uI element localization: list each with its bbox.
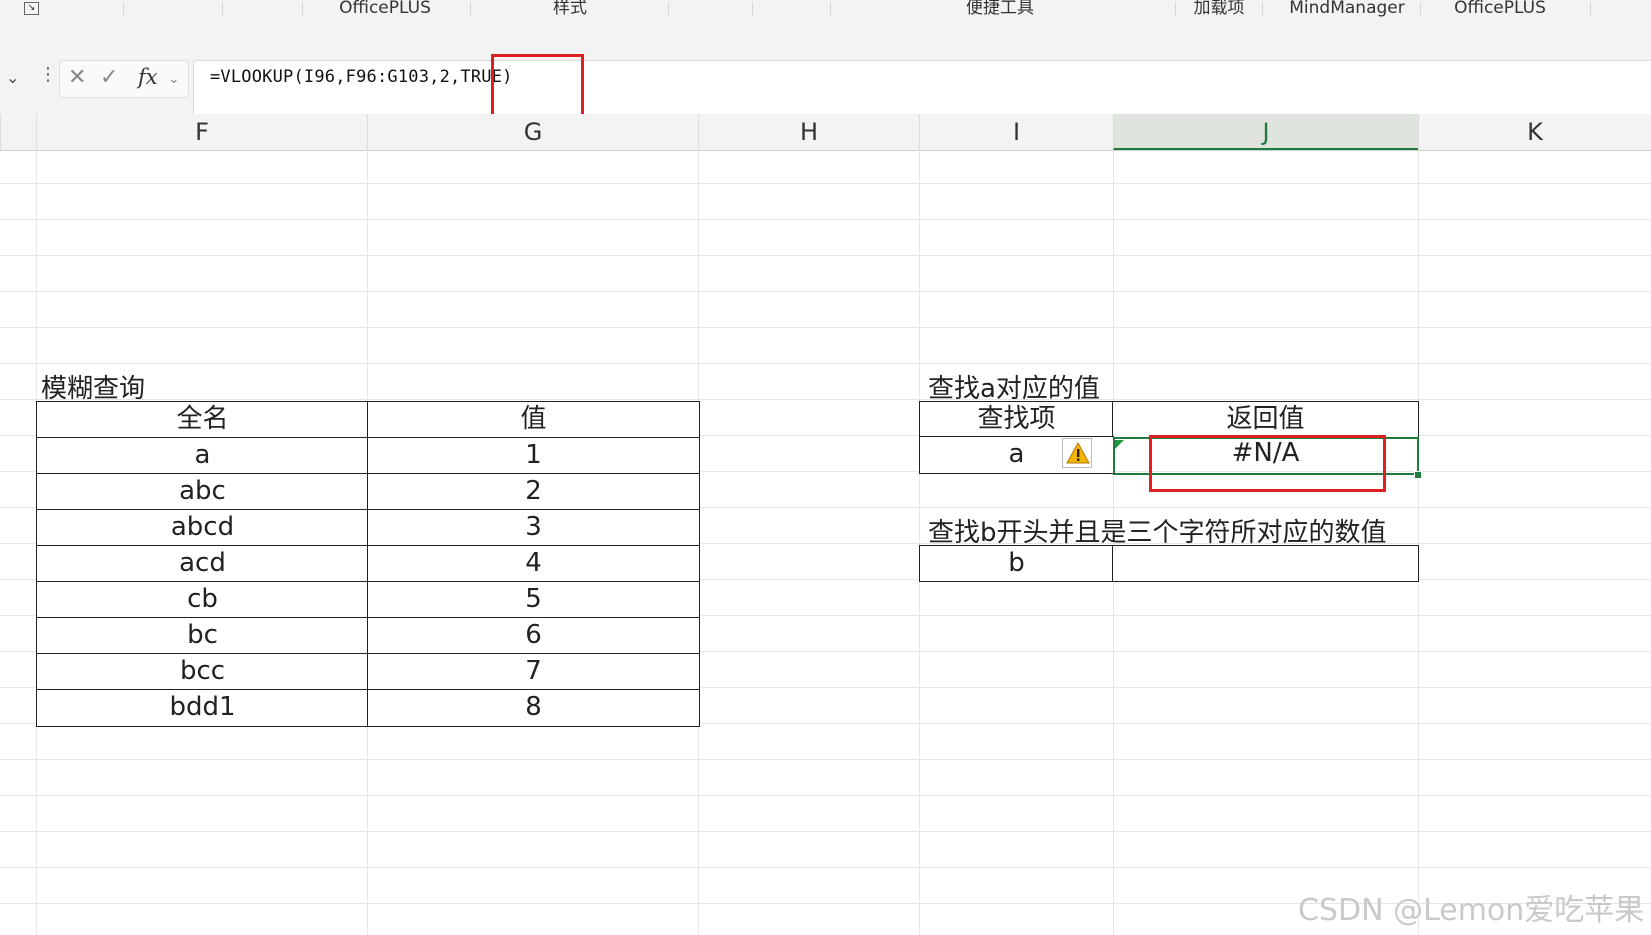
dialog-launcher-icon[interactable]: ↘ <box>24 2 39 15</box>
column-header-i[interactable]: I <box>919 114 1113 150</box>
error-check-button[interactable] <box>1062 438 1092 468</box>
column-header-g[interactable]: G <box>367 114 698 150</box>
ribbon-group-mindmanager: MindManager <box>1289 0 1405 18</box>
check-icon[interactable]: ✓ <box>100 65 118 90</box>
fuzzy-row-value-cell[interactable]: 6 <box>367 617 700 655</box>
select-all-corner[interactable] <box>0 114 36 150</box>
fuzzy-header-name[interactable]: 全名 <box>36 401 369 439</box>
column-header-h[interactable]: H <box>698 114 919 150</box>
lookup-a-header-result[interactable]: 返回值 <box>1112 401 1419 438</box>
fill-handle[interactable] <box>1414 471 1422 479</box>
ribbon-group-addins: 加载项 <box>1193 0 1245 18</box>
fuzzy-row-value-cell[interactable]: 3 <box>367 509 700 547</box>
fuzzy-row-value-cell[interactable]: 4 <box>367 545 700 583</box>
ribbon-separator <box>222 2 223 16</box>
column-header-row: F G H I J K <box>0 114 1651 151</box>
fuzzy-row-name-cell[interactable]: abc <box>36 473 369 511</box>
fuzzy-row-name-cell[interactable]: cb <box>36 581 369 619</box>
watermark: CSDN @Lemon爱吃苹果 <box>1298 893 1645 928</box>
ribbon-separator <box>1175 2 1176 16</box>
formula-text: =VLOOKUP(I96,F96:G103,2,TRUE) <box>210 67 513 87</box>
ribbon-group-officeplus-2: OfficePLUS <box>1454 0 1546 18</box>
lookup-a-header-key[interactable]: 查找项 <box>919 401 1114 438</box>
name-box-dropdown-icon[interactable]: ⌄ <box>6 68 19 87</box>
ribbon-separator <box>830 2 831 16</box>
chevron-down-icon[interactable]: ⌄ <box>168 71 180 87</box>
ribbon-separator <box>668 2 669 16</box>
lookup-b-title[interactable]: 查找b开头并且是三个字符所对应的数值 <box>928 512 1387 549</box>
ribbon-group-quick-tools: 便捷工具 <box>966 0 1034 18</box>
formula-bar: ⌄ ⋮ ✕ ✓ fx ⌄ =VLOOKUP(I96,F96:G103,2,TRU… <box>0 24 1651 128</box>
fuzzy-row-value-cell[interactable]: 5 <box>367 581 700 619</box>
fuzzy-row-value-cell[interactable]: 8 <box>367 689 700 727</box>
more-options-icon[interactable]: ⋮ <box>39 64 57 85</box>
cross-icon[interactable]: ✕ <box>68 65 86 90</box>
fuzzy-row-name-cell[interactable]: a <box>36 437 369 475</box>
ribbon-separator <box>752 2 753 16</box>
grid-line <box>1418 150 1419 935</box>
grid-line <box>919 150 920 935</box>
fuzzy-row-value-cell[interactable]: 7 <box>367 653 700 691</box>
ribbon-group-officeplus: OfficePLUS <box>339 0 431 18</box>
column-header-j[interactable]: J <box>1113 114 1418 150</box>
fuzzy-row-name-cell[interactable]: bcc <box>36 653 369 691</box>
lookup-b-value-cell[interactable]: b <box>919 545 1114 582</box>
ribbon-separator <box>470 2 471 16</box>
ribbon-separator <box>123 2 124 16</box>
ribbon-group-styles: 样式 <box>553 0 587 18</box>
fuzzy-row-name-cell[interactable]: abcd <box>36 509 369 547</box>
fuzzy-header-value[interactable]: 值 <box>367 401 700 439</box>
insert-function-button[interactable]: fx <box>138 65 158 89</box>
fuzzy-row-name-cell[interactable]: bc <box>36 617 369 655</box>
ribbon-separator <box>1420 2 1421 16</box>
fuzzy-row-name-cell[interactable]: acd <box>36 545 369 583</box>
fuzzy-row-value-cell[interactable]: 2 <box>367 473 700 511</box>
column-header-k[interactable]: K <box>1418 114 1651 150</box>
ribbon-separator <box>1590 2 1591 16</box>
fuzzy-table-title[interactable]: 模糊查询 <box>41 368 145 405</box>
result-annotation-box <box>1149 435 1386 492</box>
fuzzy-row-name-cell[interactable]: bdd1 <box>36 689 369 727</box>
fuzzy-row-value-cell[interactable]: 1 <box>367 437 700 475</box>
ribbon-separator <box>302 2 303 16</box>
formula-controls: ✕ ✓ fx ⌄ <box>59 60 189 98</box>
ribbon-separator <box>1262 2 1263 16</box>
lookup-b-result-cell[interactable] <box>1112 545 1419 582</box>
ribbon-group-labels: ↘ OfficePLUS 样式 便捷工具 加载项 MindManager Off… <box>0 0 1651 25</box>
warning-icon <box>1066 442 1090 464</box>
lookup-a-title[interactable]: 查找a对应的值 <box>928 368 1100 405</box>
column-header-f[interactable]: F <box>36 114 367 150</box>
